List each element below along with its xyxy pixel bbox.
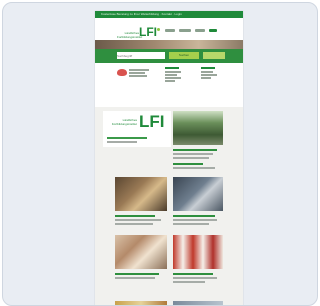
top-bar-text: Kostenlose Beratung zu Ihrer Weiterbildu… (101, 12, 182, 16)
tile-line (173, 157, 209, 159)
nav-item[interactable] (165, 29, 175, 32)
tile-title[interactable] (173, 215, 215, 217)
tile-line (173, 223, 209, 225)
tile-line (173, 277, 217, 279)
tile-line (115, 277, 155, 279)
nav-item[interactable] (179, 29, 191, 32)
contact-info (95, 63, 243, 107)
tile-image-machine[interactable] (173, 177, 223, 211)
tile-title[interactable] (173, 273, 213, 275)
tile-line (115, 223, 153, 225)
tile-title[interactable] (115, 273, 159, 275)
logo-tagline: Ländliches Fortbildungsinstitut (117, 31, 143, 39)
tile-line (173, 219, 217, 221)
tile-line (173, 281, 205, 283)
promo-subline (107, 137, 147, 139)
top-bar: Kostenlose Beratung zu Ihrer Weiterbildu… (95, 11, 243, 18)
webpage-thumbnail[interactable]: Kostenlose Beratung zu Ihrer Weiterbildu… (95, 11, 243, 305)
info-line (129, 75, 147, 77)
tile-title[interactable] (115, 215, 155, 217)
info-line (165, 71, 181, 73)
filter-button[interactable] (203, 52, 225, 59)
tile-image-bottom-right[interactable] (173, 301, 223, 305)
tile-title[interactable] (173, 163, 203, 165)
tile-image-dirndl[interactable] (173, 235, 223, 269)
info-line (165, 77, 181, 79)
logo-dot-icon (157, 28, 160, 31)
info-line (165, 67, 179, 69)
tile-image-kitchen[interactable] (115, 177, 167, 211)
tile-line (173, 153, 213, 155)
search-button[interactable]: Suchen (169, 52, 199, 59)
site-header: Ländliches Fortbildungsinstitut LFI (95, 18, 243, 40)
info-line (201, 77, 211, 79)
partner-logo-icon (117, 69, 127, 76)
nav-item[interactable] (209, 29, 217, 32)
nav-item[interactable] (195, 29, 205, 32)
promo-logo-box[interactable]: Ländliches Fortbildungsinstitut LFI (103, 111, 171, 147)
info-line (201, 71, 213, 73)
promo-logo: LFI (139, 112, 165, 131)
tile-image-people[interactable] (115, 235, 167, 269)
info-line (129, 72, 145, 74)
info-line (201, 74, 217, 76)
tile-image-bottom-left[interactable] (115, 301, 167, 305)
tile-image-forest[interactable] (173, 111, 223, 145)
tile-line (115, 219, 161, 221)
tile-line (173, 167, 215, 169)
tile-title[interactable] (173, 149, 217, 151)
info-line (165, 80, 175, 82)
info-line (165, 74, 177, 76)
info-line (201, 67, 215, 69)
site-logo[interactable]: LFI (139, 26, 157, 38)
header-image (95, 40, 243, 49)
promo-line (107, 141, 137, 143)
promo-tagline: Ländliches Fortbildungsinstitut (111, 118, 137, 126)
screenshot-preview-frame: Kostenlose Beratung zu Ihrer Weiterbildu… (2, 2, 318, 306)
info-line (129, 69, 149, 71)
main-content: Ländliches Fortbildungsinstitut LFI (95, 107, 243, 305)
search-input[interactable] (117, 52, 165, 59)
